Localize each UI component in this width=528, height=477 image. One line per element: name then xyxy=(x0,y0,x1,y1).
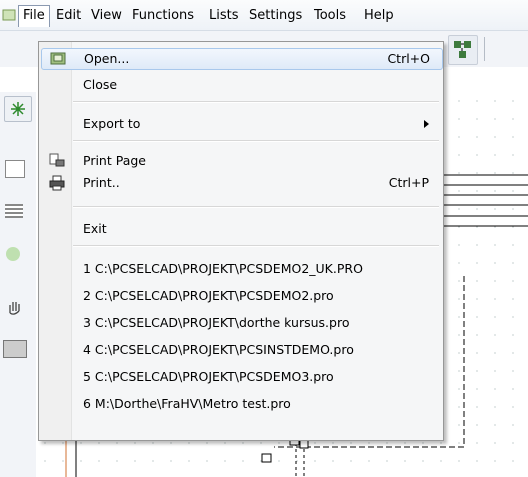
open-folder-icon xyxy=(50,52,66,65)
recent-file-label: 5 C:\PCSELCAD\PROJEKT\PCSDEMO3.pro xyxy=(83,369,334,384)
menu-edit[interactable]: Edit xyxy=(52,6,85,25)
menu-item-label: Print Page xyxy=(83,153,146,168)
menu-item-close[interactable]: Close xyxy=(41,74,441,96)
recent-file-label: 1 C:\PCSELCAD\PROJEKT\PCSDEMO2_UK.PRO xyxy=(83,261,363,276)
app-icon xyxy=(2,9,16,21)
menu-item-export[interactable]: Export to xyxy=(41,113,441,135)
recent-file-item[interactable]: 2 C:\PCSELCAD\PROJEKT\PCSDEMO2.pro xyxy=(41,285,441,307)
select-tool-button[interactable] xyxy=(4,96,32,122)
menu-separator xyxy=(73,245,439,247)
menu-item-label: Print.. xyxy=(83,175,120,190)
recent-file-label: 4 C:\PCSELCAD\PROJEKT\PCSINSTDEMO.pro xyxy=(83,342,354,357)
submenu-arrow-icon xyxy=(424,120,429,128)
menu-lists[interactable]: Lists xyxy=(205,6,243,25)
recent-file-label: 2 C:\PCSELCAD\PROJEKT\PCSDEMO2.pro xyxy=(83,288,334,303)
menu-item-label: Exit xyxy=(83,221,107,236)
circle-icon[interactable] xyxy=(6,247,20,261)
file-menu-dropdown: Open... Ctrl+O Close Export to Print Pag… xyxy=(38,41,444,441)
list-icon[interactable] xyxy=(5,204,23,218)
recent-file-item[interactable]: 1 C:\PCSELCAD\PROJEKT\PCSDEMO2_UK.PRO xyxy=(41,258,441,280)
menu-item-label: Open... xyxy=(84,51,130,66)
menu-settings[interactable]: Settings xyxy=(245,6,306,25)
menu-item-label: Export to xyxy=(83,116,141,131)
toolbar-button[interactable] xyxy=(448,35,478,65)
menu-tools[interactable]: Tools xyxy=(310,6,350,25)
menu-functions[interactable]: Functions xyxy=(128,6,198,25)
menu-help[interactable]: Help xyxy=(360,6,398,25)
menu-item-print-page[interactable]: Print Page xyxy=(41,150,441,172)
menu-item-label: Close xyxy=(83,77,118,92)
recent-file-item[interactable]: 6 M:\Dorthe\FraHV\Metro test.pro xyxy=(41,393,441,415)
hand-icon[interactable] xyxy=(4,297,24,317)
recent-file-item[interactable]: 5 C:\PCSELCAD\PROJEKT\PCSDEMO3.pro xyxy=(41,366,441,388)
star-icon xyxy=(11,102,25,116)
menu-separator xyxy=(73,101,439,103)
menu-separator xyxy=(73,206,439,208)
menu-item-open[interactable]: Open... Ctrl+O xyxy=(41,48,443,70)
menu-view[interactable]: View xyxy=(87,6,126,25)
box-icon[interactable] xyxy=(3,340,27,358)
menu-separator xyxy=(73,140,439,142)
recent-file-label: 3 C:\PCSELCAD\PROJEKT\dorthe kursus.pro xyxy=(83,315,350,330)
menu-file[interactable]: File xyxy=(18,5,50,27)
menu-item-print[interactable]: Print.. Ctrl+P xyxy=(41,172,441,194)
toolbar-separator xyxy=(484,37,485,61)
menu-bar: File Edit View Functions Lists Settings … xyxy=(0,0,528,31)
recent-file-item[interactable]: 4 C:\PCSELCAD\PROJEKT\PCSINSTDEMO.pro xyxy=(41,339,441,361)
recent-file-item[interactable]: 3 C:\PCSELCAD\PROJEKT\dorthe kursus.pro xyxy=(41,312,441,334)
recent-file-label: 6 M:\Dorthe\FraHV\Metro test.pro xyxy=(83,396,291,411)
menu-item-shortcut: Ctrl+O xyxy=(387,51,430,66)
printer-icon xyxy=(49,175,65,191)
print-page-icon xyxy=(49,153,65,167)
menu-item-shortcut: Ctrl+P xyxy=(388,175,429,190)
left-toolbar xyxy=(0,92,36,477)
menu-item-exit[interactable]: Exit xyxy=(41,218,441,240)
document-icon[interactable] xyxy=(5,160,25,178)
schematic-icon xyxy=(454,41,471,58)
